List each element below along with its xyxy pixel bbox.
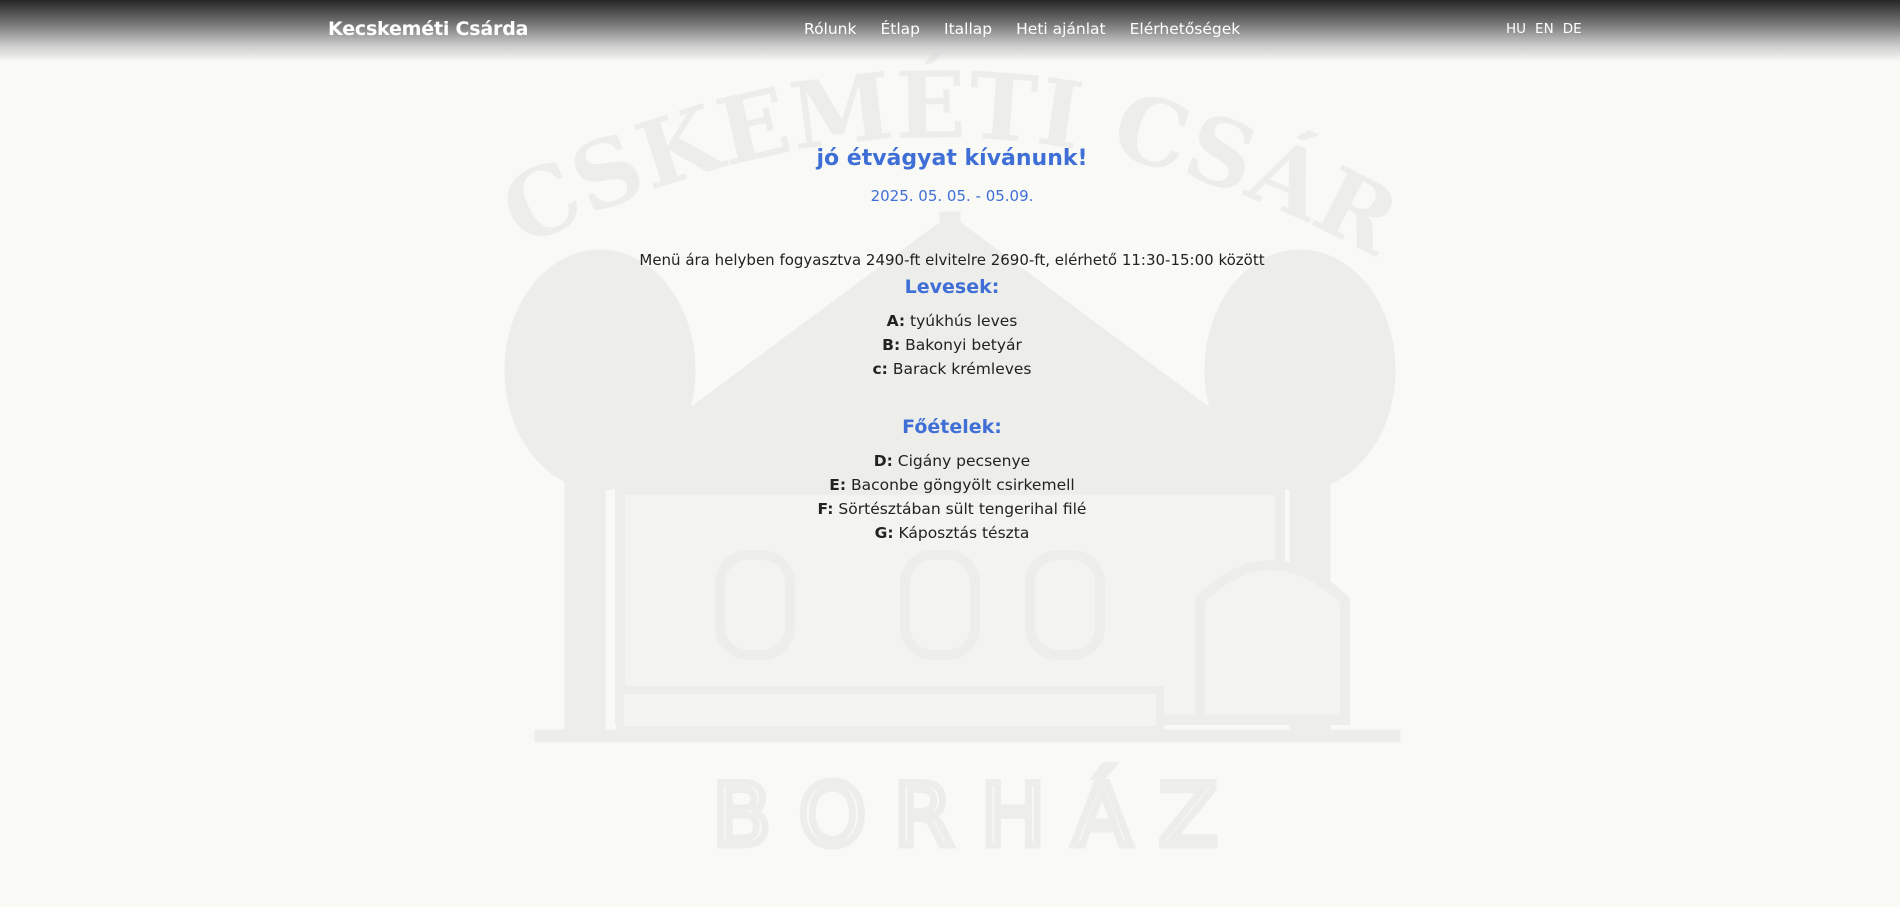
item-code: D: [873, 452, 893, 470]
nav-link-elerhetosegek[interactable]: Elérhetőségek [1130, 20, 1241, 38]
item-name: Sörtésztában sült tengerihal filé [838, 500, 1087, 518]
item-name: Káposztás tészta [898, 524, 1030, 542]
item-name: Cigány pecsenye [897, 452, 1031, 470]
list-item: D: Cigány pecsenye [0, 449, 1900, 473]
mains-heading: Főételek: [902, 416, 1002, 438]
item-name: Bakonyi betyár [905, 336, 1022, 354]
lang-de-link[interactable]: DE [1563, 21, 1582, 37]
list-item: c: Barack krémleves [0, 357, 1900, 381]
list-item: B: Bakonyi betyár [0, 333, 1900, 357]
page-title: jó étvágyat kívánunk! [816, 146, 1088, 171]
list-item: F: Sörtésztában sült tengerihal filé [0, 497, 1900, 521]
item-name: Baconbe göngyölt csirkemell [851, 476, 1075, 494]
lang-en-link[interactable]: EN [1535, 21, 1554, 37]
page: KECSKEMÉTI CSÁRDA B O R H Á Z [0, 0, 1900, 907]
watermark-bottom-text: B O R H Á Z [712, 765, 1218, 866]
item-code: B: [882, 336, 901, 354]
soups-heading: Levesek: [904, 276, 1000, 298]
brand-logo-link[interactable]: Kecskeméti Csárda [328, 18, 528, 40]
nav-link-heti-ajanlat[interactable]: Heti ajánlat [1016, 20, 1106, 38]
main-nav: Rólunk Étlap Itallap Heti ajánlat Elérhe… [804, 20, 1240, 38]
item-code: F: [817, 500, 834, 518]
item-code: G: [874, 524, 894, 542]
soups-list: A: tyúkhús leves B: Bakonyi betyár c: Ba… [0, 309, 1900, 381]
item-code: c: [872, 360, 888, 378]
mains-list: D: Cigány pecsenye E: Baconbe göngyölt c… [0, 449, 1900, 545]
nav-link-rolunk[interactable]: Rólunk [804, 20, 857, 38]
item-name: Barack krémleves [892, 360, 1032, 378]
list-item: G: Káposztás tészta [0, 521, 1900, 545]
date-range: 2025. 05. 05. - 05.09. [870, 187, 1034, 205]
item-code: A: [886, 312, 906, 330]
lang-hu-link[interactable]: HU [1506, 21, 1526, 37]
list-item: E: Baconbe göngyölt csirkemell [0, 473, 1900, 497]
item-name: tyúkhús leves [910, 312, 1018, 330]
top-navbar: Kecskeméti Csárda Rólunk Étlap Itallap H… [0, 0, 1900, 62]
nav-link-etlap[interactable]: Étlap [881, 20, 921, 38]
nav-link-itallap[interactable]: Itallap [944, 20, 992, 38]
item-code: E: [829, 476, 847, 494]
language-switcher: HU EN DE [1506, 21, 1582, 37]
price-info: Menü ára helyben fogyasztva 2490-ft elvi… [639, 251, 1265, 269]
list-item: A: tyúkhús leves [0, 309, 1900, 333]
